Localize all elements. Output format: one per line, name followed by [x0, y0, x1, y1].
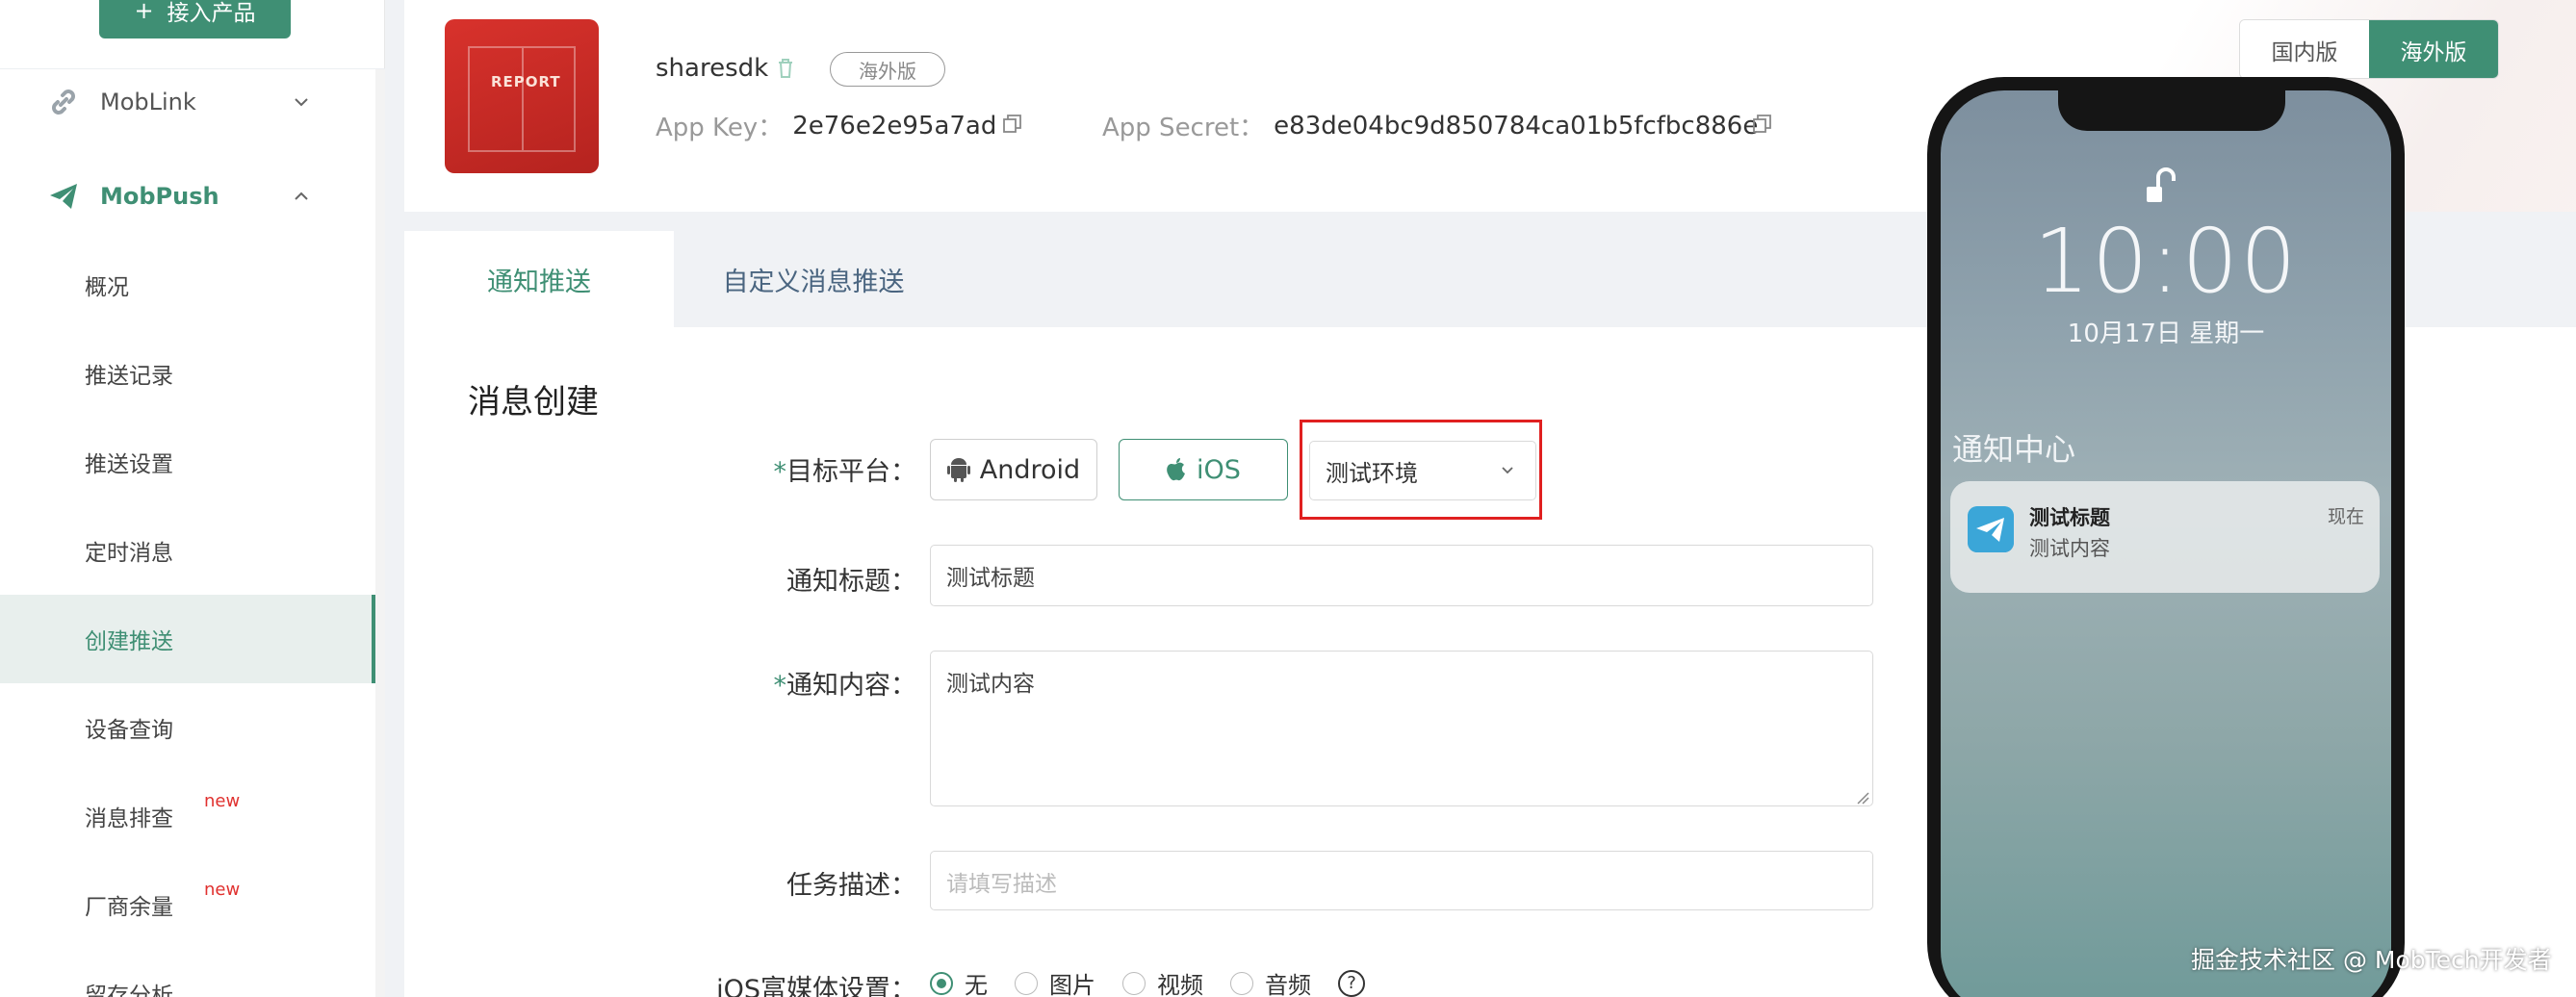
- add-product-button[interactable]: + 接入产品: [99, 0, 291, 38]
- sidebar-item-label: 创建推送: [85, 629, 173, 654]
- sidebar-scrollbar[interactable]: [375, 69, 385, 997]
- notification-body: 测试内容: [2029, 537, 2110, 560]
- content-textarea[interactable]: 测试内容: [930, 651, 1873, 806]
- sidebar-item-label: 推送设置: [85, 452, 173, 477]
- platform-label-text: 目标平台：: [786, 457, 916, 487]
- title-label: 通知标题：: [786, 567, 916, 597]
- media-option-label: 无: [965, 972, 988, 997]
- region-overseas-button[interactable]: 海外版: [2369, 20, 2498, 78]
- app-secret-value: e83de04bc9d850784ca01b5fcfbc886e: [1274, 111, 1759, 141]
- region-domestic-button[interactable]: 国内版: [2240, 20, 2369, 78]
- trash-icon[interactable]: [776, 58, 795, 79]
- app-icon-text: REPORT: [491, 73, 561, 90]
- sidebar-item-label: 留存分析: [85, 984, 173, 997]
- sidebar-group-label: MobPush: [100, 183, 219, 210]
- sidebar-item-label: 概况: [85, 275, 129, 300]
- notification-card: [1950, 481, 2380, 593]
- sidebar-item-vendor-quota[interactable]: 厂商余量 new: [0, 860, 375, 949]
- environment-select-value: 测试环境: [1326, 459, 1418, 487]
- copy-icon[interactable]: [1752, 114, 1773, 135]
- required-mark: *: [773, 671, 787, 701]
- description-input[interactable]: 请填写描述: [930, 851, 1873, 910]
- sidebar-item-label: 厂商余量: [85, 895, 173, 920]
- new-badge: new: [204, 791, 241, 811]
- media-radio-image[interactable]: [1015, 971, 1038, 995]
- sidebar-item-troubleshoot[interactable]: 消息排查 new: [0, 772, 375, 860]
- apple-icon: [1167, 458, 1186, 481]
- sidebar-item-create-push[interactable]: 创建推送: [0, 595, 375, 683]
- notification-title: 测试标题: [2029, 506, 2110, 529]
- tab-bar: 通知推送 自定义消息推送: [404, 231, 1925, 327]
- region-tag: 海外版: [830, 52, 945, 87]
- sidebar-item-label: 设备查询: [85, 718, 173, 743]
- unlock-icon: [2147, 167, 2176, 202]
- app-key-value: 2e76e2e95a7ad: [792, 111, 997, 141]
- chevron-down-icon: [295, 98, 308, 107]
- ios-label: iOS: [1197, 454, 1241, 485]
- media-radio-none[interactable]: [930, 971, 953, 995]
- phone-notch: [2058, 77, 2285, 131]
- watermark: 掘金技术社区 @ MobTech开发者: [2191, 946, 2552, 974]
- lockscreen-date: 10月17日 星期一: [2067, 320, 2265, 348]
- tab-notification-push[interactable]: 通知推送: [404, 231, 674, 327]
- sidebar-group-moblink[interactable]: MobLink: [0, 64, 385, 141]
- section-title: 消息创建: [468, 383, 599, 422]
- app-icon-door: [468, 46, 576, 152]
- android-platform-button[interactable]: Android: [930, 439, 1097, 500]
- media-radio-video[interactable]: [1122, 971, 1146, 995]
- sidebar-item-label: 定时消息: [85, 541, 173, 566]
- notification-center-title: 通知中心: [1952, 431, 2076, 468]
- sidebar-item-scheduled[interactable]: 定时消息: [0, 506, 375, 595]
- region-switch: 国内版 海外版: [2239, 19, 2499, 79]
- android-icon: [946, 458, 970, 482]
- media-option-label: 图片: [1049, 972, 1095, 997]
- copy-icon[interactable]: [1002, 114, 1023, 135]
- platform-label: *目标平台：: [570, 450, 917, 488]
- paper-plane-icon: [50, 184, 77, 209]
- sidebar-item-push-settings[interactable]: 推送设置: [0, 418, 375, 506]
- sidebar-item-label: 推送记录: [85, 364, 173, 389]
- content-label: *通知内容：: [570, 664, 917, 702]
- chevron-down-icon: [1502, 467, 1513, 474]
- sidebar-item-overview[interactable]: 概况: [0, 241, 375, 329]
- media-radio-group: 无 图片 视频 音频 ?: [930, 966, 1365, 997]
- sidebar-item-device-query[interactable]: 设备查询: [0, 683, 375, 772]
- app-key-row: App Key： 2e76e2e95a7ad: [656, 108, 996, 143]
- chevron-up-icon: [295, 192, 308, 200]
- media-radio-audio[interactable]: [1230, 971, 1253, 995]
- sidebar-group-label: MobLink: [100, 89, 196, 115]
- environment-select[interactable]: 测试环境: [1309, 441, 1536, 500]
- title-input[interactable]: 测试标题: [930, 545, 1873, 606]
- app-secret-label: App Secret：: [1102, 114, 1265, 142]
- required-mark: *: [773, 457, 787, 487]
- sidebar-group-mobpush[interactable]: MobPush: [0, 158, 385, 235]
- new-badge: new: [204, 880, 241, 900]
- lockscreen-time: 10:00: [2033, 210, 2299, 313]
- notification-time: 现在: [2328, 506, 2365, 527]
- ios-platform-button[interactable]: iOS: [1119, 439, 1288, 500]
- plus-icon: +: [134, 0, 154, 24]
- sidebar-item-retention[interactable]: 留存分析: [0, 949, 375, 997]
- app-secret-row: App Secret： e83de04bc9d850784ca01b5fcfbc…: [1102, 108, 1758, 143]
- app-icon: REPORT: [445, 19, 599, 173]
- media-label: iOS富媒体设置：: [716, 975, 916, 997]
- app-key-label: App Key：: [656, 114, 784, 142]
- media-option-label: 音频: [1265, 972, 1311, 997]
- add-product-label: 接入产品: [167, 1, 256, 26]
- help-icon[interactable]: ?: [1338, 969, 1365, 997]
- sidebar-item-push-records[interactable]: 推送记录: [0, 329, 375, 418]
- android-label: Android: [979, 454, 1081, 485]
- content-label-text: 通知内容：: [786, 671, 916, 701]
- tab-custom-message-push[interactable]: 自定义消息推送: [674, 231, 953, 327]
- app-name: sharesdk: [656, 54, 769, 83]
- telegram-app-icon: [1968, 506, 2014, 552]
- description-label: 任务描述：: [786, 871, 916, 901]
- sidebar: + 接入产品 MobLink MobPush 概况 推送记录 推送设置 定时消息…: [0, 0, 385, 997]
- link-icon: [52, 89, 75, 115]
- resize-handle-icon[interactable]: [1854, 789, 1869, 805]
- media-option-label: 视频: [1157, 972, 1203, 997]
- sidebar-item-label: 消息排查: [85, 806, 173, 831]
